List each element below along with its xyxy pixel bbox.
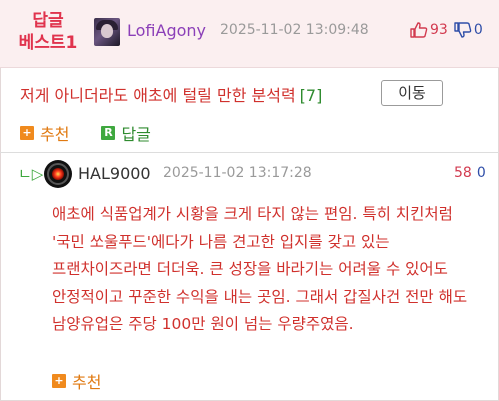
avatar-face	[101, 24, 113, 38]
badge-line2: 베스트1	[18, 33, 78, 53]
recommend-button[interactable]: + 추천	[52, 369, 101, 393]
recommend-label: 추천	[40, 125, 70, 144]
plus-icon: +	[52, 374, 66, 388]
upvote-count: 58	[454, 165, 472, 181]
recommend-label: 추천	[72, 373, 102, 392]
avatar[interactable]	[94, 18, 120, 46]
reply-button[interactable]: R 답글	[101, 121, 151, 145]
avatar[interactable]	[44, 160, 72, 188]
vote-counter: 58 0	[454, 165, 486, 181]
parent-reply-count: [7]	[299, 86, 323, 105]
comment-body: 애초에 식품업계가 시황을 크게 타지 않는 편임. 특히 치킨처럼 '국민 쏘…	[52, 205, 468, 333]
recommend-button[interactable]: + 추천	[20, 121, 69, 145]
comment-datetime: 2025-11-02 13:09:48	[220, 22, 369, 38]
parent-comment-quote[interactable]: 저게 아니더라도 애초에 털릴 만한 분석력 [7]	[20, 82, 322, 106]
best-reply-badge: 답글 베스트1	[10, 10, 86, 54]
vote-counter: 93 0	[410, 22, 483, 38]
comment-datetime: 2025-11-02 13:17:28	[163, 165, 312, 181]
move-button[interactable]: 이동	[381, 80, 443, 106]
downvote-count: 0	[473, 22, 483, 38]
author-nickname[interactable]: LofiAgony	[127, 21, 206, 40]
author-nickname[interactable]: HAL9000	[78, 164, 151, 183]
plus-icon: +	[20, 126, 34, 140]
reply-label: 답글	[121, 125, 151, 144]
downvote-count: 0	[476, 165, 486, 181]
reply-icon: R	[101, 126, 116, 140]
best-reply-header: 답글 베스트1 LofiAgony 2025-11-02 13:09:48 93…	[0, 0, 499, 68]
reply-comment-actions: + 추천	[52, 369, 101, 393]
upvote-count: 93	[430, 22, 448, 38]
badge-line1: 답글	[32, 11, 64, 31]
divider	[0, 152, 499, 153]
thumbs-down-icon[interactable]	[454, 22, 472, 38]
best-reply-actions: + 추천 R 답글	[20, 121, 151, 145]
parent-quote-text[interactable]: 저게 아니더라도 애초에 털릴 만한 분석력	[20, 86, 296, 105]
avatar-eye	[52, 168, 64, 180]
thumbs-up-icon[interactable]	[410, 22, 428, 38]
reply-arrow-icon: ㄴ▷	[18, 165, 44, 183]
